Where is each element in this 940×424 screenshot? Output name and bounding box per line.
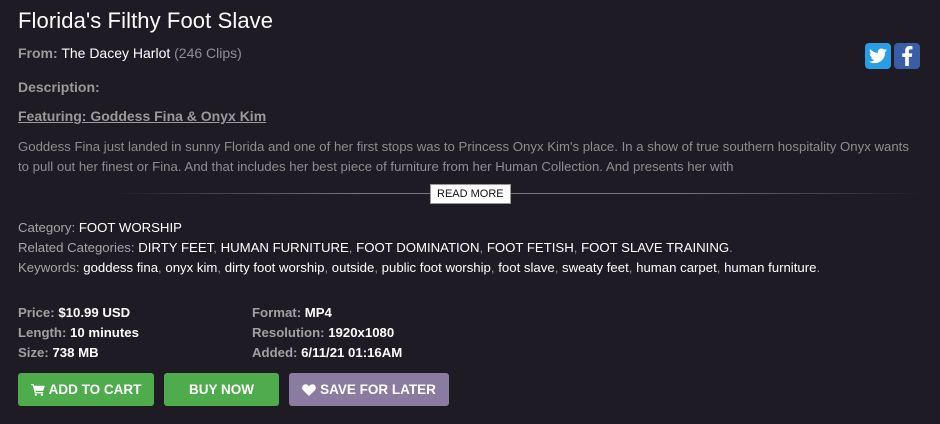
keyword-link[interactable]: onyx kim xyxy=(165,260,217,275)
heart-icon xyxy=(302,383,316,396)
related-category-link[interactable]: DIRTY FEET xyxy=(138,240,213,255)
size-line: Size: 738 MB xyxy=(18,345,99,360)
description-heading: Description: xyxy=(18,79,100,95)
buy-now-label: BUY NOW xyxy=(188,382,254,397)
related-category-link[interactable]: FOOT FETISH xyxy=(487,240,574,255)
related-categories-line: Related Categories: DIRTY FEET, HUMAN FU… xyxy=(18,240,733,255)
added-value: 6/11/21 01:16AM xyxy=(301,345,403,360)
cart-icon xyxy=(30,383,45,396)
keyword-link[interactable]: human furniture xyxy=(724,260,816,275)
social-share xyxy=(865,43,920,69)
keyword-link[interactable]: dirty foot worship xyxy=(225,260,325,275)
description-text: Goddess Fina just landed in sunny Florid… xyxy=(18,139,909,174)
size-value: 738 MB xyxy=(52,345,99,360)
twitter-icon[interactable] xyxy=(865,43,891,69)
price-label: Price: xyxy=(18,305,55,320)
keyword-link[interactable]: human carpet xyxy=(636,260,717,275)
keyword-link[interactable]: public foot worship xyxy=(382,260,491,275)
save-for-later-button[interactable]: SAVE FOR LATER xyxy=(289,373,449,406)
length-label: Length: xyxy=(18,325,67,340)
save-for-later-label: SAVE FOR LATER xyxy=(320,382,436,397)
facebook-icon[interactable] xyxy=(894,43,920,69)
studio-line: From: The Dacey Harlot (246 Clips) xyxy=(18,45,242,61)
read-more-row: READ MORE xyxy=(18,184,922,204)
format-label: Format: xyxy=(252,305,302,320)
related-category-link[interactable]: FOOT SLAVE TRAINING xyxy=(581,240,729,255)
related-category-link[interactable]: HUMAN FURNITURE xyxy=(221,240,349,255)
keywords-line: Keywords: goddess fina, onyx kim, dirty … xyxy=(18,260,821,275)
size-label: Size: xyxy=(18,345,49,360)
category-line: Category: FOOT WORSHIP xyxy=(18,220,182,235)
keyword-link[interactable]: outside xyxy=(332,260,375,275)
price-value: $10.99 USD xyxy=(58,305,131,320)
added-label: Added: xyxy=(252,345,298,360)
length-line: Length: 10 minutes xyxy=(18,325,139,340)
resolution-label: Resolution: xyxy=(252,325,325,340)
resolution-line: Resolution: 1920x1080 xyxy=(252,325,394,340)
featuring-link[interactable]: Featuring: Goddess Fina & Onyx Kim xyxy=(18,108,266,124)
price-line: Price: $10.99 USD xyxy=(18,305,130,320)
format-line: Format: MP4 xyxy=(252,305,332,320)
clip-title: Florida's Filthy Foot Slave xyxy=(18,8,274,33)
read-more-button[interactable]: READ MORE xyxy=(430,184,511,204)
divider xyxy=(114,193,922,194)
related-category-link[interactable]: FOOT DOMINATION xyxy=(356,240,479,255)
length-value: 10 minutes xyxy=(70,325,139,340)
format-value: MP4 xyxy=(304,305,332,320)
added-line: Added: 6/11/21 01:16AM xyxy=(252,345,402,360)
add-to-cart-button[interactable]: ADD TO CART xyxy=(18,373,154,406)
clip-count: (246 Clips) xyxy=(174,45,242,61)
related-categories-label: Related Categories: xyxy=(18,240,135,255)
resolution-value: 1920x1080 xyxy=(328,325,395,340)
category-link[interactable]: FOOT WORSHIP xyxy=(79,220,182,235)
keyword-link[interactable]: goddess fina xyxy=(83,260,158,275)
keyword-link[interactable]: sweaty feet xyxy=(562,260,629,275)
keyword-link[interactable]: foot slave xyxy=(498,260,554,275)
studio-link[interactable]: The Dacey Harlot xyxy=(61,45,170,61)
category-label: Category: xyxy=(18,220,76,235)
from-label: From: xyxy=(18,45,58,61)
description-label: Description: xyxy=(18,79,100,95)
add-to-cart-label: ADD TO CART xyxy=(48,382,142,397)
keywords-label: Keywords: xyxy=(18,260,80,275)
buy-now-button[interactable]: BUY NOW xyxy=(164,373,279,406)
